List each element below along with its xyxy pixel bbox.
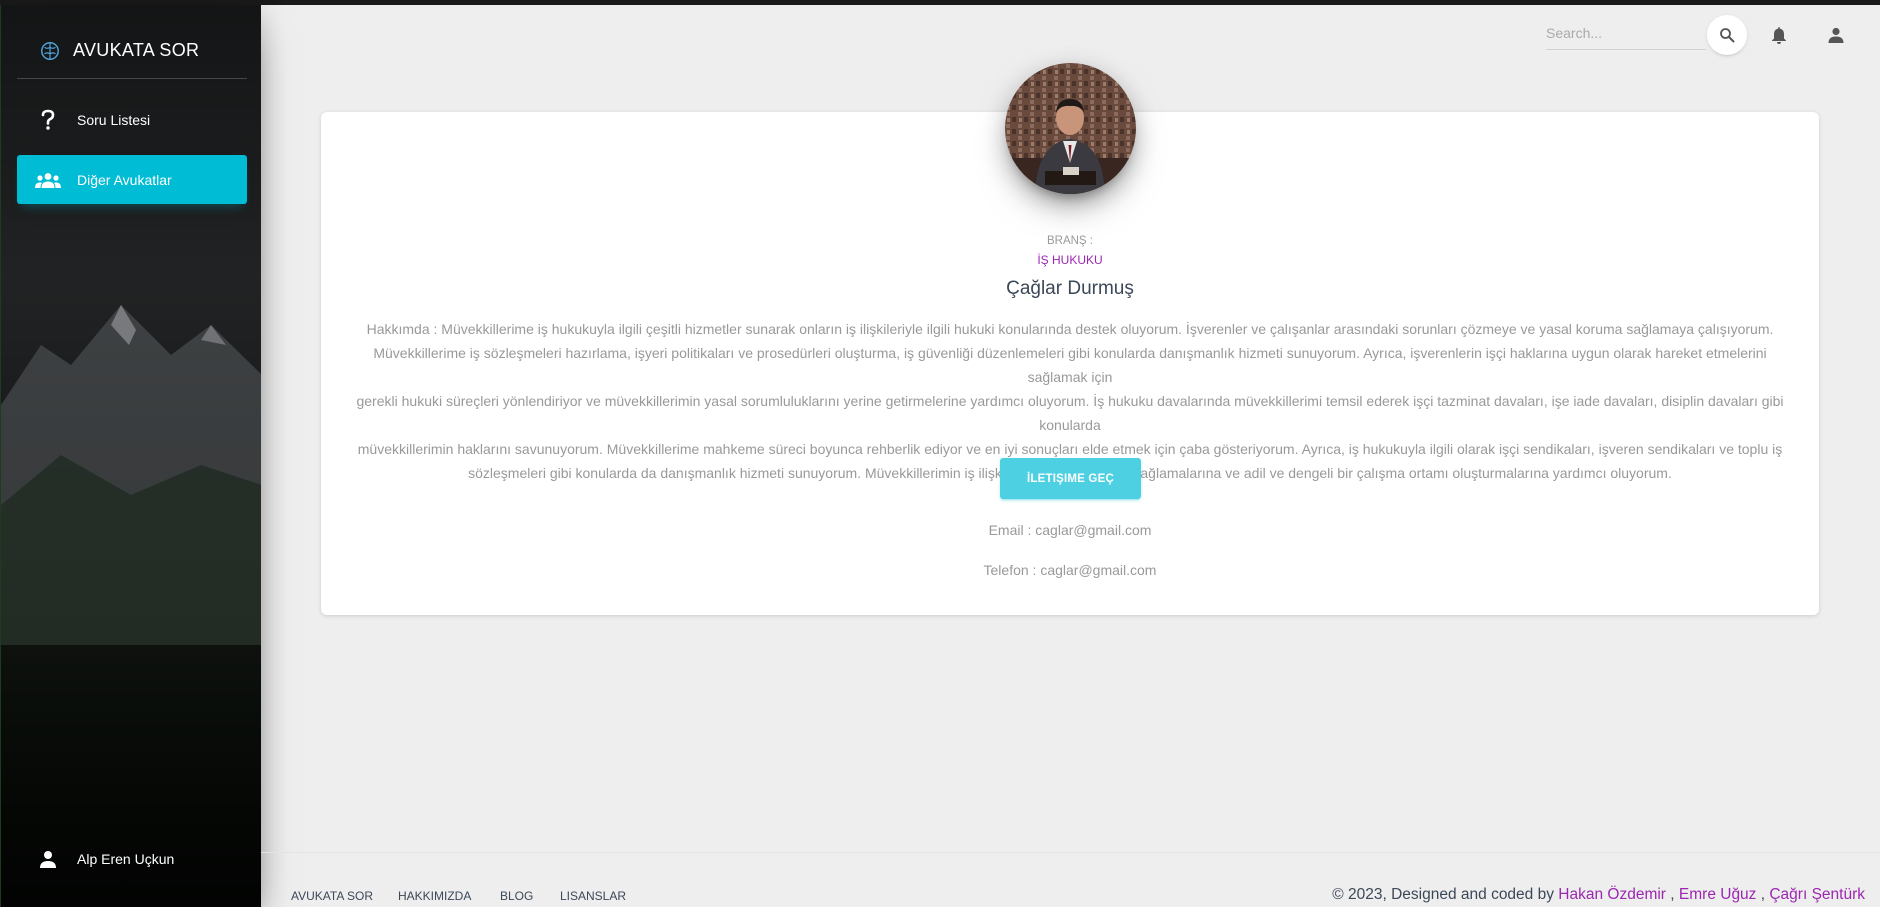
person-icon xyxy=(33,847,63,871)
about-line: gerekli hukuki süreçleri yönlendiriyor v… xyxy=(356,393,1784,433)
author-separator: , xyxy=(1665,886,1679,903)
footer-link-lisanslar[interactable]: LISANSLAR xyxy=(560,889,626,903)
question-icon xyxy=(33,108,63,132)
copyright-prefix: © 2023, Designed and coded by xyxy=(1332,886,1554,903)
sidebar-user-name: Alp Eren Uçkun xyxy=(77,851,175,867)
notifications-button[interactable] xyxy=(1766,22,1792,48)
sidebar-item-label: Diğer Avukatlar xyxy=(77,171,172,188)
lawyer-name: Çağlar Durmuş xyxy=(1006,278,1134,299)
bell-icon xyxy=(1772,27,1786,44)
lawyer-phone: Telefon : caglar@gmail.com xyxy=(983,562,1157,578)
search-button[interactable] xyxy=(1707,15,1747,55)
profile-button[interactable] xyxy=(1823,22,1849,48)
copyright: © 2023, Designed and coded by Hakan Özde… xyxy=(1332,886,1865,904)
sidebar: AVUKATA SOR Soru Listesi Diğer Avukatlar xyxy=(0,5,261,907)
brain-icon xyxy=(41,41,59,60)
footer-link-hakkimizda[interactable]: HAKKIMIZDA xyxy=(398,889,471,903)
sidebar-user[interactable]: Alp Eren Uçkun xyxy=(17,841,247,877)
sidebar-item-diger-avukatlar[interactable]: Diğer Avukatlar xyxy=(17,155,247,204)
branch-label: BRANŞ : xyxy=(1046,235,1093,247)
footer-link-avukata-sor[interactable]: AVUKATA SOR xyxy=(291,889,373,903)
lawyer-avatar xyxy=(1005,63,1136,194)
brand-name: AVUKATA SOR xyxy=(73,40,200,60)
sidebar-item-label: Soru Listesi xyxy=(77,111,151,128)
author-link[interactable]: Emre Uğuz xyxy=(1679,886,1757,903)
lawyer-email: Email : caglar@gmail.com xyxy=(988,522,1152,538)
footer: AVUKATA SOR HAKKIMIZDA BLOG LISANSLAR © … xyxy=(261,852,1880,907)
branch-value: İŞ HUKUKU xyxy=(1037,253,1103,267)
brand-logo[interactable]: AVUKATA SOR xyxy=(17,23,247,79)
sidebar-background-mountain xyxy=(1,305,261,645)
about-line: Hakkımda : Müvekkillerime iş hukukuyla i… xyxy=(366,321,1774,337)
search-input[interactable] xyxy=(1546,18,1706,48)
sidebar-item-soru-listesi[interactable]: Soru Listesi xyxy=(17,95,247,144)
person-icon xyxy=(1828,27,1844,43)
footer-link-blog[interactable]: BLOG xyxy=(500,889,533,903)
author-link[interactable]: Çağrı Şentürk xyxy=(1769,886,1865,903)
author-link[interactable]: Hakan Özdemir xyxy=(1558,886,1666,903)
search-field xyxy=(1546,18,1706,50)
search-icon xyxy=(1720,28,1735,43)
group-icon xyxy=(33,168,63,192)
contact-button[interactable]: İLETIŞIME GEÇ xyxy=(1000,458,1141,499)
author-separator: , xyxy=(1756,886,1770,903)
window-top-strip xyxy=(0,0,1880,5)
about-line: Müvekkillerime iş sözleşmeleri hazırlama… xyxy=(373,345,1767,385)
